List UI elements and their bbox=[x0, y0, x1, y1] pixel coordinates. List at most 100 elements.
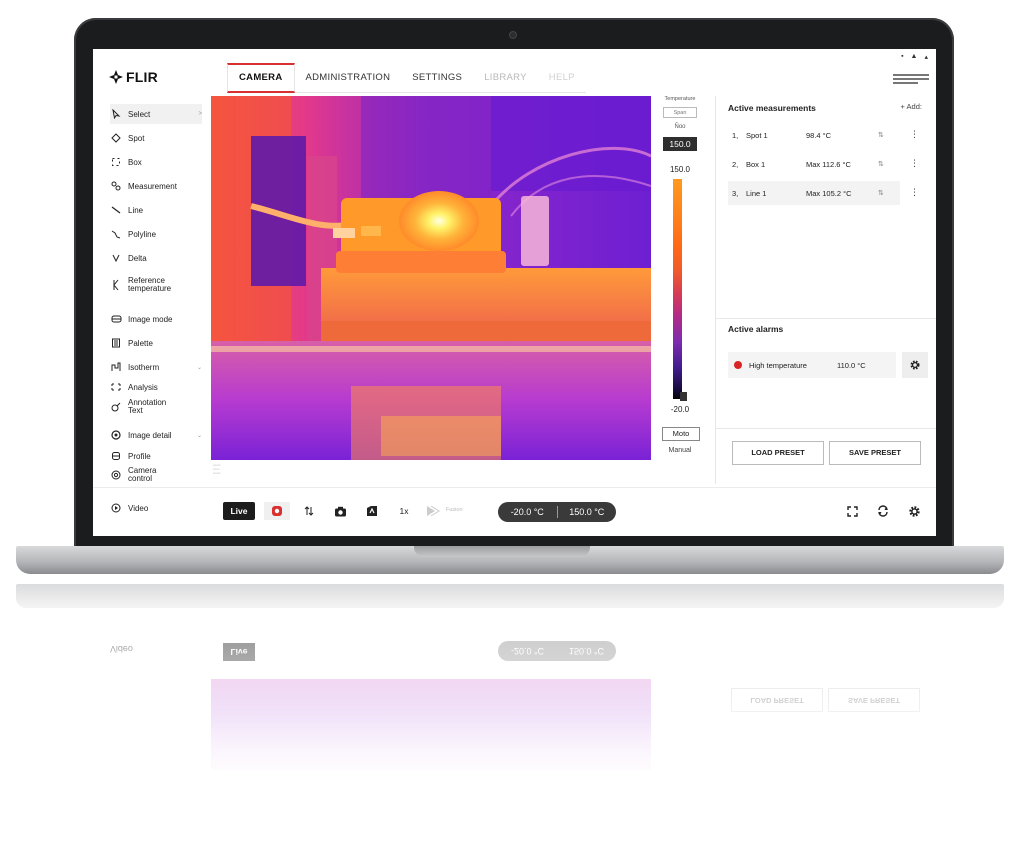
measurement-name: Line 1 bbox=[746, 188, 767, 198]
sidebar-item-label: Palette bbox=[128, 338, 153, 348]
laptop-base bbox=[16, 546, 1004, 574]
sidebar-item-box[interactable]: Box bbox=[110, 153, 202, 171]
scale-span-field[interactable]: Span bbox=[663, 107, 697, 118]
more-options-icon[interactable]: ⋮ bbox=[910, 187, 919, 198]
sidebar-item-profile[interactable]: Profile bbox=[110, 448, 202, 464]
video-label: Video bbox=[128, 503, 149, 513]
analysis-icon bbox=[110, 381, 122, 393]
scale-manual-label[interactable]: Manual bbox=[657, 447, 703, 454]
fusion-button[interactable] bbox=[425, 502, 441, 520]
more-options-icon[interactable]: ⋮ bbox=[910, 129, 919, 140]
save-preset-button[interactable]: SAVE PRESET bbox=[829, 441, 921, 465]
scale-min-value: -20.0 bbox=[670, 405, 690, 414]
delta-icon bbox=[110, 252, 122, 264]
sidebar-item-line[interactable]: Line bbox=[110, 201, 202, 219]
sidebar-item-label: Polyline bbox=[128, 229, 157, 239]
cursor-icon bbox=[110, 108, 122, 120]
fusion-label: Fusion bbox=[446, 507, 463, 513]
sidebar-item-video[interactable]: Video bbox=[110, 502, 148, 514]
measurement-value: Max 112.6 °C bbox=[806, 159, 851, 169]
sort-icon[interactable]: ⇅ bbox=[878, 189, 888, 197]
spot-icon bbox=[110, 132, 122, 144]
sidebar-item-isotherm[interactable]: Isotherm ⌄ bbox=[110, 358, 202, 376]
load-preset-button[interactable]: LOAD PRESET bbox=[732, 441, 824, 465]
sidebar-item-spot[interactable]: Spot bbox=[110, 129, 202, 147]
sidebar-item-image-mode[interactable]: Image mode bbox=[110, 310, 202, 328]
measurement-row[interactable]: 2, Box 1 Max 112.6 °C ⇅ bbox=[728, 152, 900, 176]
serial-barcode bbox=[893, 74, 929, 86]
active-alarms-title: Active alarms bbox=[728, 324, 784, 334]
tab-library[interactable]: LIBRARY bbox=[473, 63, 538, 93]
tab-settings[interactable]: SETTINGS bbox=[401, 63, 473, 93]
sidebar-item-camera-control[interactable]: Camera control bbox=[110, 464, 202, 486]
sidebar-item-image-detail[interactable]: Image detail ⌄ bbox=[110, 426, 202, 444]
sidebar-item-reference-temperature[interactable]: Reference temperature bbox=[110, 273, 202, 297]
sidebar-item-label: Box bbox=[128, 157, 142, 167]
temperature-range-pill[interactable]: -20.0 °C 150.0 °C bbox=[498, 502, 616, 522]
measurement-row[interactable]: 3, Line 1 Max 105.2 °C ⇅ bbox=[728, 181, 900, 205]
fullscreen-button[interactable] bbox=[843, 502, 861, 520]
measurement-number: 1, bbox=[732, 130, 739, 140]
box-icon bbox=[110, 156, 122, 168]
divider bbox=[716, 318, 936, 319]
palette-icon bbox=[110, 337, 122, 349]
range-max: 150.0 °C bbox=[569, 507, 605, 517]
user-icon[interactable]: ▲ bbox=[911, 53, 918, 61]
fullscreen-icon bbox=[846, 505, 858, 517]
scale-mode-button[interactable]: Moto bbox=[662, 427, 700, 441]
refresh-icon bbox=[878, 505, 888, 517]
sidebar-item-annotation-text[interactable]: Annotation Text bbox=[110, 396, 202, 418]
tab-camera[interactable]: CAMERA bbox=[227, 63, 295, 93]
power-icon[interactable]: ▴ bbox=[924, 53, 928, 61]
tab-help[interactable]: HELP bbox=[538, 63, 586, 93]
sidebar-item-label: Image mode bbox=[128, 314, 173, 324]
settings-button[interactable] bbox=[905, 502, 923, 520]
window-status-icons: ▪ ▲ ▴ bbox=[901, 53, 928, 61]
sidebar-item-polyline[interactable]: Polyline bbox=[110, 225, 202, 243]
alarm-row[interactable]: High temperature 110.0 °C bbox=[728, 352, 896, 378]
live-button[interactable]: Live bbox=[223, 502, 255, 520]
measurement-row[interactable]: 1, Spot 1 98.4 °C ⇅ bbox=[728, 123, 900, 147]
thermal-image-view[interactable] bbox=[211, 96, 651, 460]
alarm-name: High temperature bbox=[749, 360, 807, 370]
sidebar-item-palette[interactable]: Palette bbox=[110, 334, 202, 352]
record-button[interactable] bbox=[264, 502, 290, 520]
scale-color-bar[interactable] bbox=[673, 179, 682, 399]
sidebar-item-label: Image detail bbox=[128, 430, 172, 440]
scale-max-field[interactable]: 150.0 bbox=[663, 137, 697, 151]
tab-administration[interactable]: ADMINISTRATION bbox=[295, 63, 402, 93]
image-adjust-button[interactable] bbox=[363, 502, 381, 520]
plus-icon: + bbox=[900, 102, 905, 111]
sidebar-item-label: Line bbox=[128, 205, 144, 215]
measurement-icon bbox=[110, 180, 122, 192]
sidebar-item-label-line2: temperature bbox=[128, 284, 172, 293]
sort-icon[interactable]: ⇅ bbox=[878, 160, 888, 168]
image-adjust-icon bbox=[367, 506, 377, 516]
refresh-button[interactable] bbox=[874, 502, 892, 520]
thermal-scene bbox=[211, 96, 651, 460]
main-tabs: CAMERA ADMINISTRATION SETTINGS LIBRARY H… bbox=[227, 63, 586, 93]
chevron-down-icon: ⌄ bbox=[196, 364, 202, 371]
add-measurement-button[interactable]: + Add: bbox=[900, 102, 922, 111]
sidebar-item-analysis[interactable]: Analysis bbox=[110, 379, 202, 395]
sidebar-item-label: Analysis bbox=[128, 382, 158, 392]
alarm-settings-button[interactable] bbox=[902, 352, 928, 378]
sidebar-item-delta[interactable]: Delta bbox=[110, 249, 202, 267]
scale-max-value: 150.0 bbox=[669, 165, 691, 174]
scale-slider-handle[interactable] bbox=[680, 392, 687, 401]
chevron-down-icon: ⌄ bbox=[196, 432, 202, 439]
fit-button[interactable] bbox=[300, 502, 318, 520]
sidebar-item-select[interactable]: Select > bbox=[110, 104, 202, 124]
sort-icon[interactable]: ⇅ bbox=[878, 131, 888, 139]
thermal-watermark: ▪▪▪▪▪▪▪ ▪▪▪▪▪▪ ▪▪▪▪▪▪▪ bbox=[213, 463, 221, 475]
sidebar-item-label: Isotherm bbox=[128, 362, 160, 372]
measurement-value: Max 105.2 °C bbox=[806, 188, 852, 198]
more-options-icon[interactable]: ⋮ bbox=[910, 158, 919, 169]
polyline-icon bbox=[110, 228, 122, 240]
chevron-right-icon: > bbox=[198, 111, 202, 117]
zoom-button[interactable]: 1x bbox=[395, 502, 413, 520]
annotation-icon bbox=[110, 401, 122, 413]
sidebar-item-measurement[interactable]: Measurement bbox=[110, 177, 202, 195]
snapshot-button[interactable] bbox=[331, 502, 349, 520]
sidebar-item-label: Profile bbox=[128, 451, 151, 461]
